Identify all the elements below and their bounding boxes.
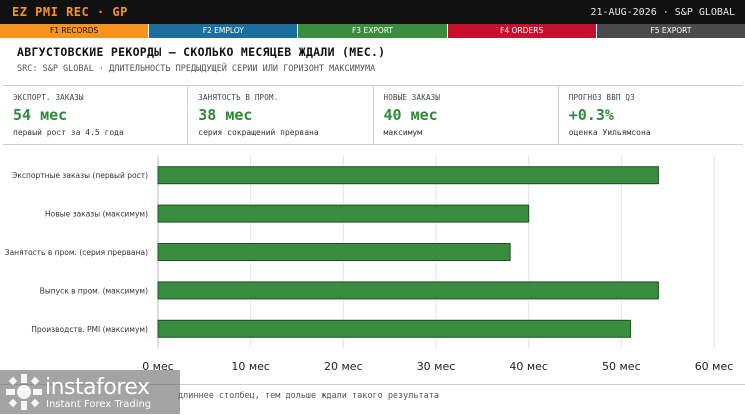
kpi-value: +0.3%: [568, 106, 614, 124]
kpi-value: 38 мес: [198, 106, 253, 124]
instaforex-logo: instaforex Instant Forex Trading: [0, 370, 180, 414]
x-tick-label: 10 мес: [231, 360, 270, 373]
tab-f4-orders[interactable]: F4 ORDERS: [447, 24, 597, 38]
category-label: Производств. PMI (максимум): [31, 325, 148, 334]
app-title: EZ PMI REC · GP: [12, 5, 128, 19]
kpi-note: первый рост за 4.5 года: [13, 128, 124, 137]
kpi-value: 54 мес: [13, 106, 68, 124]
date-source-label: 21-AUG-2026 · S&P GLOBAL: [590, 6, 736, 18]
title-bar: EZ PMI REC · GP 21-AUG-2026 · S&P GLOBAL: [0, 0, 745, 24]
kpi-export-orders: ЭКСПОРТ. ЗАКАЗЫ 54 мес первый рост за 4.…: [3, 86, 189, 144]
x-tick-label: 60 мес: [695, 360, 734, 373]
bar: [157, 243, 511, 261]
kpi-label: НОВЫЕ ЗАКАЗЫ: [383, 93, 441, 102]
kpi-gdp-forecast: ПРОГНОЗ ВВП Q3 +0.3% оценка Уильямсона: [559, 86, 743, 144]
chart-subtitle: SRC: S&P GLOBAL · ДЛИТЕЛЬНОСТЬ ПРЕДЫДУЩЕ…: [17, 64, 376, 74]
category-label: Новые заказы (максимум): [45, 210, 148, 219]
kpi-value: 40 мес: [383, 106, 438, 124]
chart-title: АВГУСТОВСКИЕ РЕКОРДЫ — СКОЛЬКО МЕСЯЦЕВ Ж…: [17, 45, 386, 59]
tab-f5-export[interactable]: F5 EXPORT: [596, 24, 745, 38]
bar-chart: Экспортные заказы (первый рост) Новые зак…: [0, 146, 745, 382]
bar: [157, 204, 530, 223]
bar-chart-svg: Экспортные заказы (первый рост) Новые зак…: [5, 156, 734, 373]
kpi-note: максимум: [383, 128, 423, 137]
instaforex-logo-icon: [6, 374, 42, 410]
category-label: Выпуск в пром. (максимум): [40, 286, 148, 295]
chart-heading: АВГУСТОВСКИЕ РЕКОРДЫ — СКОЛЬКО МЕСЯЦЕВ Ж…: [17, 45, 737, 74]
kpi-note: серия сокращений прервана: [198, 128, 319, 137]
function-key-tabs: F1 RECORDS F2 EMPLOY F3 EXPORT F4 ORDERS…: [0, 24, 745, 38]
category-label: Занятость в пром. (серия прервана): [5, 248, 148, 257]
x-tick-label: 40 мес: [509, 360, 548, 373]
kpi-note: оценка Уильямсона: [568, 128, 651, 137]
tab-f3-export[interactable]: F3 EXPORT: [298, 24, 448, 38]
kpi-industrial-employment: ЗАНЯТОСТЬ В ПРОМ. 38 мес серия сокращени…: [188, 86, 374, 144]
x-tick-label: 20 мес: [324, 360, 363, 373]
tab-f2-employ[interactable]: F2 EMPLOY: [149, 24, 299, 38]
bar: [157, 166, 659, 185]
tab-f1-records[interactable]: F1 RECORDS: [0, 24, 150, 38]
category-label: Экспортные заказы (первый рост): [12, 171, 148, 180]
x-tick-label: 50 мес: [602, 360, 641, 373]
bar: [157, 319, 632, 338]
bar: [157, 281, 659, 300]
kpi-new-orders: НОВЫЕ ЗАКАЗЫ 40 мес максимум: [374, 86, 559, 144]
kpi-label: ЭКСПОРТ. ЗАКАЗЫ: [13, 93, 84, 102]
footer-note: длиннее столбец, тем дольше ждали такого…: [178, 391, 439, 401]
kpi-label: ЗАНЯТОСТЬ В ПРОМ.: [198, 93, 279, 102]
kpi-strip: ЭКСПОРТ. ЗАКАЗЫ 54 мес первый рост за 4.…: [3, 85, 743, 145]
kpi-label: ПРОГНОЗ ВВП Q3: [568, 93, 635, 102]
instaforex-logo-tagline: Instant Forex Trading: [46, 399, 152, 410]
instaforex-logo-name: instaforex: [45, 375, 150, 400]
x-tick-label: 30 мес: [417, 360, 456, 373]
